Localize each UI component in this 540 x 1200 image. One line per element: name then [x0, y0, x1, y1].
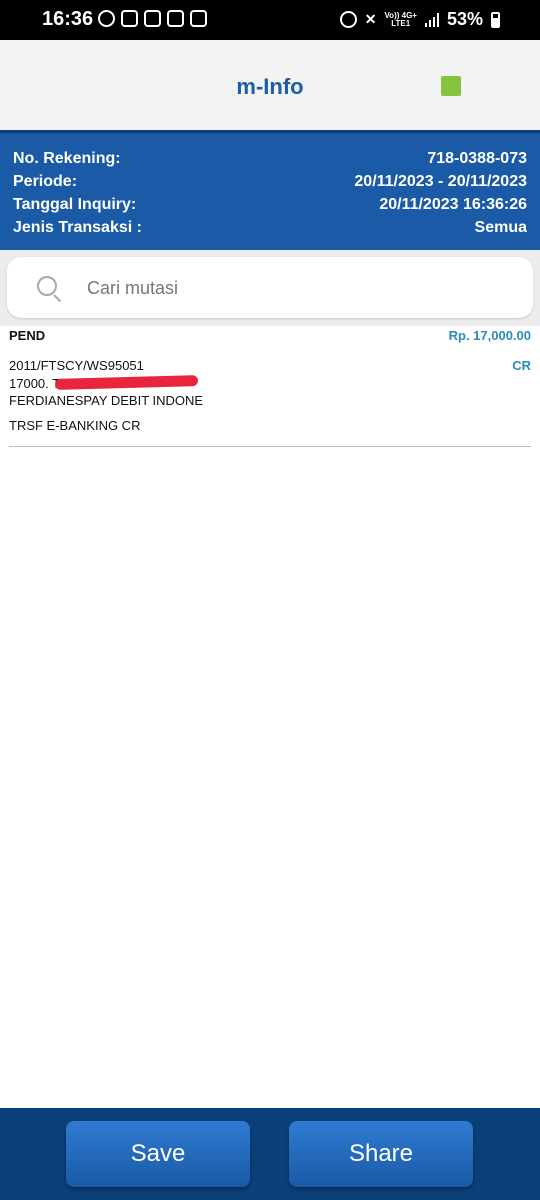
- alarm-icon: [339, 11, 357, 28]
- info-value: 20/11/2023 16:36:26: [379, 196, 527, 213]
- status-time: 16:36: [42, 8, 94, 30]
- info-value: Semua: [474, 219, 527, 236]
- network-indicator: Vo)) 4G+ LTE1: [384, 10, 417, 28]
- bottom-action-bar: Save Share: [0, 1108, 540, 1200]
- instagram-icon: [167, 10, 184, 27]
- search-input[interactable]: [87, 275, 507, 301]
- info-label: Periode:: [13, 173, 78, 190]
- transaction-type: CR: [512, 358, 531, 373]
- notification-icons: [98, 10, 207, 27]
- transaction-type-row: Jenis Transaksi : Semua: [13, 219, 527, 242]
- transaction-item[interactable]: PEND Rp. 17,000.00 2011/FTSCY/WS95051 CR…: [9, 326, 531, 447]
- app-header: m-Info: [0, 40, 540, 130]
- save-button[interactable]: Save: [66, 1121, 250, 1187]
- info-label: Jenis Transaksi :: [13, 219, 142, 236]
- battery-text: 53%: [446, 9, 483, 29]
- signal-icon: [424, 12, 439, 27]
- search-box[interactable]: [7, 257, 533, 318]
- inquiry-date-row: Tanggal Inquiry: 20/11/2023 16:36:26: [13, 196, 527, 219]
- info-label: No. Rekening:: [13, 150, 121, 167]
- account-info-panel: No. Rekening: 718-0388-073 Periode: 20/1…: [0, 130, 540, 250]
- info-label: Tanggal Inquiry:: [13, 196, 137, 213]
- battery-icon: [491, 11, 500, 28]
- status-bar: 16:36 ✕ Vo)) 4G+ LTE1 53%: [0, 0, 540, 40]
- status-indicator-icon: [441, 76, 461, 96]
- transaction-reference: 2011/FTSCY/WS95051: [9, 358, 144, 373]
- transaction-category: TRSF E-BANKING CR: [9, 418, 141, 433]
- system-icons: ✕ Vo)) 4G+ LTE1 53%: [339, 9, 500, 30]
- share-button[interactable]: Share: [289, 1121, 473, 1187]
- search-icon: [37, 276, 57, 296]
- info-value: 20/11/2023 - 20/11/2023: [354, 173, 527, 190]
- period-row: Periode: 20/11/2023 - 20/11/2023: [13, 173, 527, 196]
- info-value: 718-0388-073: [427, 150, 527, 167]
- search-bar-container: [0, 250, 540, 326]
- account-number-row: No. Rekening: 718-0388-073: [13, 150, 527, 173]
- mute-icon: ✕: [364, 11, 377, 27]
- transaction-amount: Rp. 17,000.00: [448, 328, 531, 343]
- message-icon: [121, 10, 138, 27]
- transaction-status: PEND: [9, 328, 46, 343]
- gallery-icon: [190, 10, 207, 27]
- whatsapp-icon: [98, 10, 115, 27]
- instagram-icon: [144, 10, 161, 27]
